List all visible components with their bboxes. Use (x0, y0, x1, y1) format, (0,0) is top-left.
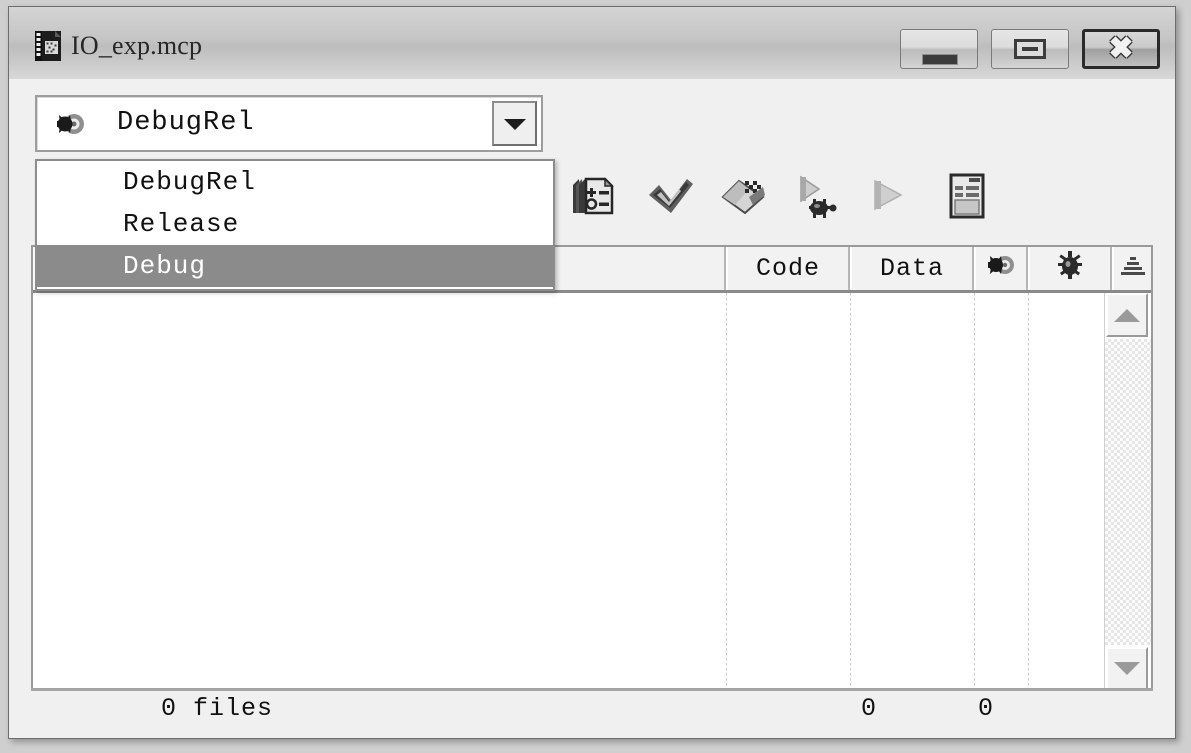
chevron-down-icon[interactable] (492, 101, 537, 146)
column-divider (974, 293, 975, 691)
status-code-total: 0 (860, 694, 877, 723)
application-window: IO_exp.mcp ✖ DebugRel Code Data 0 files … (8, 6, 1176, 739)
column-header-data[interactable]: Data (850, 247, 974, 290)
compile-button[interactable] (647, 175, 695, 222)
dropdown-option-debugrel[interactable]: DebugRel (37, 161, 553, 203)
column-divider (850, 293, 851, 691)
column-header-debug[interactable] (1028, 247, 1112, 290)
project-file-icon (35, 31, 61, 61)
status-bar: 0 files 0 0 (31, 688, 1153, 726)
column-header-sort[interactable] (1112, 247, 1151, 290)
vertical-scrollbar[interactable] (1104, 293, 1151, 691)
build-target-value: DebugRel (117, 108, 255, 138)
close-button[interactable]: ✖ (1082, 29, 1160, 69)
status-data-total: 0 (977, 694, 994, 723)
bug-icon (1055, 250, 1085, 287)
run-button[interactable] (871, 179, 915, 218)
dropdown-option-release[interactable]: Release (37, 203, 553, 245)
project-inspector-button[interactable] (949, 173, 985, 224)
minimize-icon (922, 53, 958, 65)
close-icon: ✖ (1108, 32, 1134, 65)
file-list-pane: Code Data (31, 245, 1153, 693)
column-header-code[interactable]: Code (726, 247, 850, 290)
column-divider (726, 293, 727, 691)
target-settings-button[interactable] (571, 175, 615, 222)
status-file-count: 0 files (161, 694, 274, 723)
minimize-button[interactable] (900, 29, 978, 69)
column-header-target[interactable] (974, 247, 1028, 290)
file-list-body[interactable] (33, 293, 1151, 691)
maximize-icon (1014, 39, 1046, 59)
chevron-up-icon (1114, 309, 1140, 322)
chevron-down-icon (1114, 662, 1140, 675)
scroll-up-button[interactable] (1106, 293, 1148, 337)
target-icon (985, 252, 1017, 286)
sort-pyramid-icon (1120, 254, 1146, 284)
resize-grip-icon[interactable] (1119, 691, 1153, 726)
maximize-button[interactable] (991, 29, 1069, 69)
window-title: IO_exp.mcp (71, 31, 203, 60)
title-bar[interactable]: IO_exp.mcp ✖ (9, 7, 1175, 80)
column-divider (1028, 293, 1029, 691)
make-button[interactable] (719, 175, 767, 222)
dropdown-option-debug[interactable]: Debug (37, 245, 553, 287)
build-target-combobox[interactable]: DebugRel (35, 95, 543, 152)
debug-button[interactable] (797, 175, 845, 224)
scrollbar-track[interactable] (1105, 339, 1151, 645)
build-target-dropdown[interactable]: DebugRel Release Debug (35, 159, 555, 291)
build-target-icon (55, 109, 87, 139)
scroll-down-button[interactable] (1106, 647, 1148, 691)
